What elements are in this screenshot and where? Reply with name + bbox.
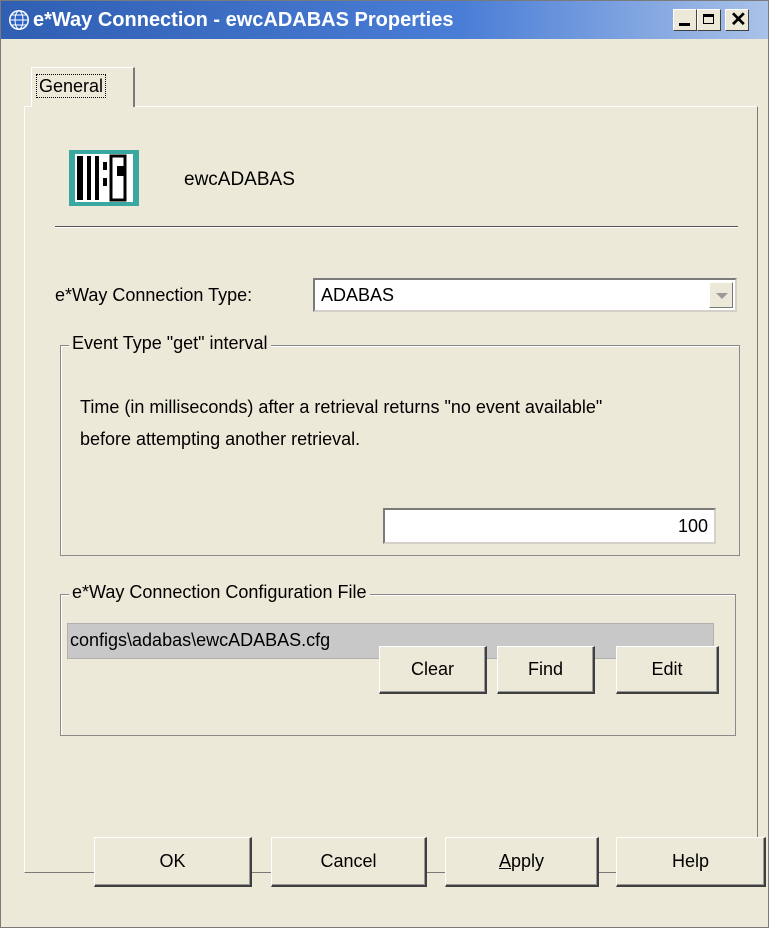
dropdown-button[interactable]	[709, 282, 733, 308]
config-path-value: configs\adabas\ewcADABAS.cfg	[70, 630, 331, 650]
tab-general-label: General	[36, 74, 107, 98]
globe-icon	[9, 10, 29, 30]
config-file-group: e*Way Connection Configuration File conf…	[60, 582, 736, 736]
apply-mnemonic: A	[498, 851, 511, 871]
help-button-label: Help	[671, 851, 710, 871]
chevron-down-icon	[716, 293, 728, 299]
ok-button-label: OK	[159, 851, 186, 871]
interval-value: 100	[677, 516, 708, 536]
help-button[interactable]: Help	[616, 837, 766, 887]
apply-button[interactable]: Apply	[445, 837, 599, 887]
maximize-icon	[703, 14, 714, 24]
find-button[interactable]: Find	[497, 646, 595, 694]
connection-type-label: e*Way Connection Type:	[55, 285, 253, 305]
apply-rest: pply	[510, 851, 545, 871]
cancel-button[interactable]: Cancel	[271, 837, 427, 887]
close-icon: ✕	[730, 9, 747, 31]
interval-input[interactable]: 100	[383, 508, 716, 544]
connection-type-select[interactable]: ADABAS	[313, 278, 737, 312]
find-button-label: Find	[527, 659, 563, 679]
connection-module-icon	[69, 148, 139, 208]
cancel-button-label: Cancel	[320, 851, 377, 871]
connection-type-value: ADABAS	[321, 285, 395, 305]
clear-button[interactable]: Clear	[379, 646, 487, 694]
close-button[interactable]: ✕	[725, 9, 749, 31]
interval-description: Time (in milliseconds) after a retrieval…	[80, 397, 603, 449]
apply-button-label: Apply	[499, 838, 544, 884]
clear-button-label: Clear	[410, 659, 454, 679]
properties-dialog: e*Way Connection - ewcADABAS Properties …	[0, 0, 769, 928]
ok-button[interactable]: OK	[94, 837, 252, 887]
minimize-icon	[679, 23, 690, 26]
interval-group: Event Type "get" interval Time (in milli…	[60, 333, 740, 556]
interval-group-title: Event Type "get" interval	[69, 333, 271, 354]
connection-name: ewcADABAS	[184, 169, 295, 190]
config-group-title: e*Way Connection Configuration File	[69, 582, 370, 603]
edit-button[interactable]: Edit	[616, 646, 719, 694]
maximize-button[interactable]	[697, 9, 721, 31]
tab-general[interactable]: General	[31, 67, 135, 107]
edit-button-label: Edit	[651, 659, 683, 679]
separator	[55, 226, 738, 228]
title-bar[interactable]: e*Way Connection - ewcADABAS Properties …	[1, 1, 768, 39]
window-title: e*Way Connection - ewcADABAS Properties	[33, 9, 454, 31]
minimize-button[interactable]	[673, 9, 697, 31]
